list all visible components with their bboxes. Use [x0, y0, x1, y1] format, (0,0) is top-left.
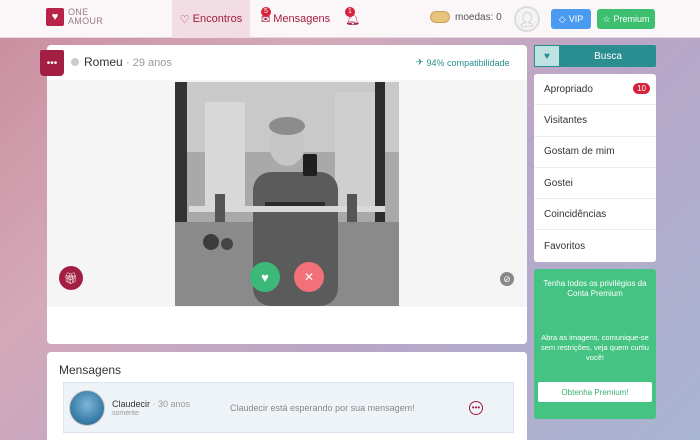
more-options-icon[interactable]: •••	[469, 401, 483, 415]
nav-mensagens[interactable]: ✉ Mensagens	[261, 0, 331, 38]
message-preview: Claudecir está esperando por sua mensage…	[230, 403, 415, 413]
bird-icon: ✈	[416, 57, 424, 67]
profile-photo-image	[175, 82, 399, 306]
sidebar-item-label: Gostam de mim	[544, 146, 615, 158]
messages-badge: 5	[261, 7, 271, 17]
logo-text: ONE AMOUR	[68, 7, 103, 26]
vip-button[interactable]: ◇ VIP	[551, 9, 591, 29]
user-avatar[interactable]: 👤︎	[514, 6, 540, 32]
messages-title: Mensagens	[59, 363, 122, 377]
search-button[interactable]: ♥ Busca	[534, 45, 656, 67]
sidebar-item-label: Gostei	[544, 177, 573, 189]
sidebar-item-apropriado[interactable]: Apropriado 10	[534, 74, 656, 106]
logo[interactable]: ♥ ONE AMOUR	[46, 8, 103, 26]
premium-promo-title: Tenha todos os privilégios da Conta Prem…	[543, 279, 647, 298]
gift-button[interactable]: 🎁︎	[59, 266, 83, 290]
coins-icon	[430, 11, 450, 23]
profile-header[interactable]: Romeu · 29 anos	[84, 55, 172, 69]
sidebar-item-label: Coincidências	[544, 208, 607, 220]
diamond-icon: ◇	[558, 13, 566, 24]
nav-notifications[interactable]: 🔔︎	[345, 0, 361, 38]
message-avatar[interactable]	[69, 390, 105, 426]
heart-search-icon: ♥	[534, 45, 560, 67]
sidebar-item-label: Favoritos	[544, 240, 586, 252]
apropriado-badge: 10	[633, 83, 650, 94]
sidebar-menu: Apropriado 10 Visitantes Gostam de mim G…	[534, 74, 656, 262]
like-button[interactable]: ♥	[250, 262, 280, 292]
sidebar-item-favoritos[interactable]: Favoritos	[534, 230, 656, 261]
premium-promo-description: Abra as imagens, comunique-se sem restri…	[541, 333, 649, 362]
nav-encontros[interactable]: ♡ Encontros	[172, 0, 250, 38]
sidebar-item-gostei[interactable]: Gostei	[534, 168, 656, 200]
sidebar-item-label: Visitantes	[544, 114, 588, 126]
profile-photo[interactable]	[175, 82, 399, 306]
get-premium-button[interactable]: Obtenha Premium!	[538, 382, 652, 402]
star-icon: ☆	[602, 13, 611, 24]
online-status-dot	[71, 58, 79, 66]
nav-encontros-label: Encontros	[192, 13, 243, 25]
message-sender-age: · 30 anos	[152, 399, 191, 409]
message-sender[interactable]: Claudecir · 30 anos	[112, 399, 190, 409]
message-sender-name: Claudecir	[112, 399, 151, 409]
premium-label: Premium	[613, 14, 650, 24]
compatibility-label: 94% compatibilidade	[426, 57, 510, 68]
sidebar-item-visitantes[interactable]: Visitantes	[534, 105, 656, 137]
pass-button[interactable]: ✕	[294, 262, 324, 292]
close-icon: ✕	[303, 270, 315, 284]
notifications-badge: 1	[345, 7, 355, 17]
sidebar-item-label: Apropriado	[544, 83, 593, 95]
hearts-icon: ♡	[179, 13, 190, 26]
logo-mark-icon: ♥	[46, 8, 64, 26]
search-label: Busca	[594, 50, 622, 62]
sidebar-item-coincidencias[interactable]: Coincidências	[534, 199, 656, 231]
coins-label: moedas: 0	[455, 11, 502, 23]
coins[interactable]: moedas: 0	[430, 11, 502, 23]
heart-icon: ♥	[261, 269, 269, 285]
user-icon: 👤︎	[518, 10, 536, 27]
block-icon[interactable]: ⊘	[500, 272, 514, 286]
sidebar-item-gostam-de-mim[interactable]: Gostam de mim	[534, 137, 656, 168]
chat-bubble-icon[interactable]: •••	[40, 50, 64, 76]
premium-button[interactable]: ☆ Premium	[597, 9, 655, 29]
gift-icon: 🎁︎	[64, 272, 78, 285]
nav-mensagens-label: Mensagens	[273, 13, 331, 25]
message-status: somente	[112, 410, 139, 417]
profile-name: Romeu	[84, 55, 123, 69]
profile-age: · 29 anos	[126, 57, 172, 69]
vip-label: VIP	[568, 14, 584, 24]
compatibility: ✈ 94% compatibilidade	[416, 57, 510, 68]
